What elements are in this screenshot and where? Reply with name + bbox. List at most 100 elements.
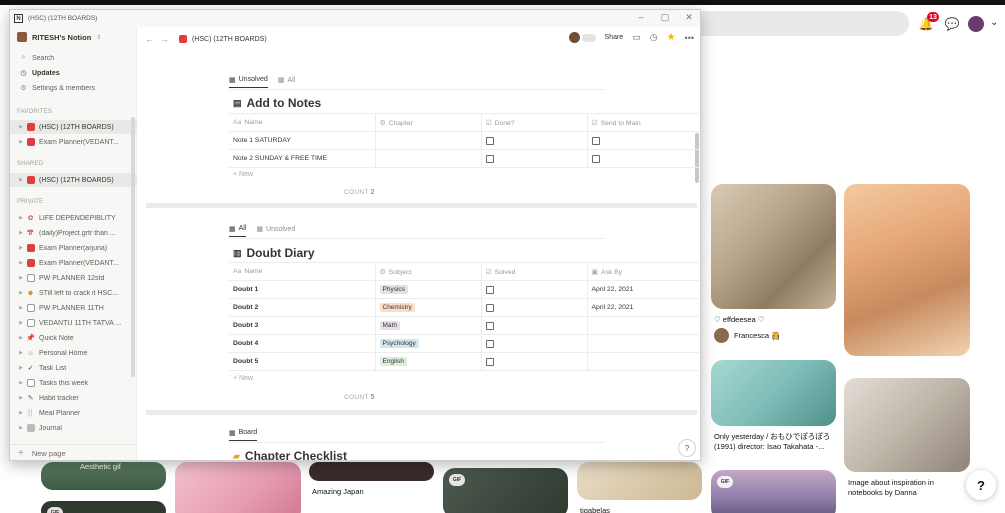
column-header[interactable]: ☑ Done? (481, 113, 588, 132)
expand-toggle-icon[interactable]: ▶ (16, 260, 26, 266)
cell-name[interactable]: Doubt 5 (229, 352, 376, 371)
subject-tag[interactable]: Math (379, 321, 400, 330)
cell-subject[interactable]: English (375, 352, 482, 371)
tab-all[interactable]: ▦ All (278, 72, 295, 88)
column-header[interactable]: ⚙ Chapter (375, 113, 482, 132)
sidebar-item-favorite-hsc[interactable]: ▶ (HSC) (12TH BOARDS) (10, 120, 137, 134)
table-row[interactable]: Note 2 SUNDAY & FREE TIME (229, 149, 699, 168)
expand-toggle-icon[interactable]: ▶ (16, 215, 26, 221)
sidebar-item-settings[interactable]: ⚙ Settings & members (10, 81, 137, 95)
solved-checkbox[interactable] (485, 321, 494, 330)
tab-board[interactable]: ▦ Board (229, 425, 258, 441)
table-row[interactable]: Doubt 1 Physics April 22, 2021 (229, 280, 699, 299)
pin-image[interactable]: GIF (711, 470, 836, 513)
subject-tag[interactable]: Chemistry (379, 303, 415, 312)
cell-chapter[interactable] (375, 149, 482, 168)
sidebar-item-private[interactable]: ▶ ☻ STill left to crack it HSC... (10, 286, 137, 300)
sidebar-item-private[interactable]: ▶ ✓ Task List (10, 361, 137, 375)
pin-caption[interactable]: Aesthetic gif (80, 462, 121, 472)
cell-solved[interactable] (481, 352, 588, 371)
expand-toggle-icon[interactable]: ▶ (16, 380, 26, 386)
expand-toggle-icon[interactable]: ▶ (16, 350, 26, 356)
breadcrumb[interactable]: (HSC) (12TH BOARDS) (192, 36, 267, 43)
cell-ask-by[interactable] (587, 352, 699, 371)
minimize-icon[interactable]: – (635, 12, 647, 22)
cell-name[interactable]: Note 1 SATURDAY (229, 131, 376, 150)
tab-unsolved[interactable]: ▦ Unsolved (256, 221, 295, 237)
cell-done[interactable] (481, 131, 588, 150)
subject-tag[interactable]: English (379, 357, 407, 366)
expand-toggle-icon[interactable]: ▶ (16, 335, 26, 341)
cell-subject[interactable]: Physics (375, 280, 482, 299)
sidebar-item-private[interactable]: ▶ ✿ LIFE DEPENDEPIBLITY (10, 211, 137, 225)
avatar[interactable] (568, 32, 580, 43)
table-row[interactable]: Note 1 SATURDAY (229, 131, 699, 150)
close-icon[interactable]: ✕ (683, 12, 695, 23)
pin-image[interactable]: GIF (443, 468, 568, 513)
pin-image[interactable] (577, 462, 702, 500)
help-button[interactable]: ? (678, 439, 696, 457)
expand-toggle-icon[interactable]: ▶ (16, 365, 26, 371)
more-icon[interactable]: ••• (685, 33, 694, 43)
table-row[interactable]: Doubt 3 Math (229, 316, 699, 335)
done-checkbox[interactable] (485, 136, 494, 145)
column-header[interactable]: ☑ Send to Main (587, 113, 699, 132)
solved-checkbox[interactable] (485, 303, 494, 312)
sidebar-item-shared-hsc[interactable]: ▶ (HSC) (12TH BOARDS) (10, 173, 137, 187)
expand-toggle-icon[interactable]: ▶ (16, 305, 26, 311)
solved-checkbox[interactable] (485, 339, 494, 348)
sidebar-item-private[interactable]: ▶ PW PLANNER 12std (10, 271, 137, 285)
sidebar-item-private[interactable]: ▶ Exam Planner(VEDANT... (10, 256, 137, 270)
sidebar-item-private[interactable]: ▶ 📌 Quick Note (10, 331, 137, 345)
sidebar-item-search[interactable]: ⌕ Search (10, 51, 137, 65)
cell-name[interactable]: Doubt 2 (229, 298, 376, 317)
table-row[interactable]: Doubt 4 Psychology (229, 334, 699, 353)
column-header[interactable]: ▣ Ask By (587, 262, 699, 281)
pin-caption[interactable]: ♡ effdeesea ♡ (714, 315, 764, 325)
solved-checkbox[interactable] (485, 285, 494, 294)
share-button[interactable]: Share (605, 34, 624, 41)
cell-subject[interactable]: Psychology (375, 334, 482, 353)
expand-toggle-icon[interactable]: ▶ (16, 139, 26, 145)
sidebar-item-private[interactable]: ▶ 📅 (daily)Project.grtr than ... (10, 226, 137, 240)
pin-image[interactable] (309, 462, 434, 481)
chat-icon[interactable]: 💬 (942, 14, 962, 34)
cell-subject[interactable]: Chemistry (375, 298, 482, 317)
star-icon[interactable]: ★ (667, 32, 676, 43)
new-row-button[interactable]: + New (233, 375, 253, 382)
expand-toggle-icon[interactable]: ▶ (16, 230, 26, 236)
expand-toggle-icon[interactable]: ▶ (16, 177, 26, 183)
pin-image[interactable] (844, 378, 970, 472)
sidebar-item-private[interactable]: ▶ Tasks this week (10, 376, 137, 390)
pin-caption[interactable]: Only yesterday / おもひでぽろぽろ (1991) directo… (714, 432, 836, 452)
pin-caption[interactable]: tigabelas (580, 506, 610, 513)
forward-arrow-icon[interactable]: → (160, 34, 169, 44)
table-row[interactable]: Doubt 5 English (229, 352, 699, 371)
sidebar-item-private[interactable]: ▶ 🍴 Meal Planner (10, 406, 137, 420)
workspace-switcher[interactable]: RITESH's Notion ⇕ (17, 32, 101, 42)
solved-checkbox[interactable] (485, 357, 494, 366)
cell-solved[interactable] (481, 298, 588, 317)
cell-solved[interactable] (481, 280, 588, 299)
send-checkbox[interactable] (591, 136, 600, 145)
cell-ask-by[interactable]: April 22, 2021 (587, 298, 699, 317)
sidebar-item-private[interactable]: ▶ VEDANTU 11TH TATVA ... (10, 316, 137, 330)
pin-caption[interactable]: Image about inspiration in notebooks by … (848, 478, 968, 498)
cell-name[interactable]: Note 2 SUNDAY & FREE TIME (229, 149, 376, 168)
cell-chapter[interactable] (375, 131, 482, 150)
clock-icon[interactable]: ◷ (650, 32, 658, 43)
presence-toggle[interactable] (581, 33, 596, 42)
cell-ask-by[interactable] (587, 316, 699, 335)
tab-all[interactable]: ▦ All (229, 221, 247, 237)
pin-image[interactable] (711, 184, 836, 309)
database-title[interactable]: ▤ Add to Notes (233, 96, 321, 110)
expand-toggle-icon[interactable]: ▶ (16, 245, 26, 251)
database-title[interactable]: ▥ Doubt Diary (233, 246, 315, 260)
avatar[interactable] (968, 16, 984, 32)
maximize-icon[interactable]: ▢ (659, 12, 671, 23)
cell-subject[interactable]: Math (375, 316, 482, 335)
cell-done[interactable] (481, 149, 588, 168)
subject-tag[interactable]: Psychology (379, 339, 419, 348)
pin-image[interactable] (175, 462, 301, 513)
column-header[interactable]: Aa Name (229, 262, 376, 281)
